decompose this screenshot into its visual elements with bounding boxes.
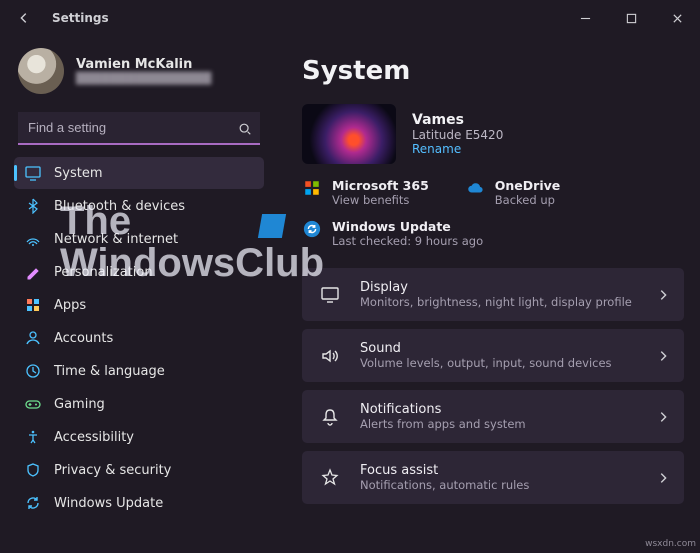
- card-title: Sound: [360, 341, 640, 356]
- chevron-right-icon: [656, 410, 670, 424]
- sidebar-item-label: Personalization: [54, 265, 153, 280]
- apps-icon: [24, 296, 42, 314]
- sidebar-item-system[interactable]: System: [14, 157, 264, 189]
- sidebar-item-label: Network & internet: [54, 232, 178, 247]
- search-field[interactable]: [18, 112, 260, 145]
- card-sub: Alerts from apps and system: [360, 417, 640, 431]
- sidebar-item-label: System: [54, 166, 102, 181]
- sidebar-item-accounts[interactable]: Accounts: [14, 322, 264, 354]
- bluetooth-icon: [24, 197, 42, 215]
- status-ms365[interactable]: Microsoft 365View benefits: [302, 178, 429, 207]
- card-title: Focus assist: [360, 463, 640, 478]
- sidebar-item-accessibility[interactable]: Accessibility: [14, 421, 264, 453]
- sidebar-item-label: Accessibility: [54, 430, 134, 445]
- profile-email: ████████████████: [76, 72, 211, 85]
- status-row: Microsoft 365View benefits OneDriveBacked…: [302, 178, 684, 248]
- accessibility-icon: [24, 428, 42, 446]
- time-icon: [24, 362, 42, 380]
- sidebar-item-gaming[interactable]: Gaming: [14, 388, 264, 420]
- sidebar-item-label: Gaming: [54, 397, 105, 412]
- settings-cards: DisplayMonitors, brightness, night light…: [302, 268, 684, 504]
- chevron-right-icon: [656, 349, 670, 363]
- sidebar-item-personalization[interactable]: Personalization: [14, 256, 264, 288]
- network-icon: [24, 230, 42, 248]
- close-button[interactable]: [654, 0, 700, 36]
- status-onedrive[interactable]: OneDriveBacked up: [465, 178, 560, 207]
- profile-name: Vamien McKalin: [76, 57, 211, 72]
- status-sub: View benefits: [332, 193, 429, 207]
- maximize-button[interactable]: [608, 0, 654, 36]
- chevron-right-icon: [656, 471, 670, 485]
- search-input[interactable]: [18, 112, 260, 145]
- chevron-right-icon: [656, 288, 670, 302]
- sidebar-item-label: Accounts: [54, 331, 113, 346]
- rename-link[interactable]: Rename: [412, 142, 503, 156]
- status-title: OneDrive: [495, 178, 560, 193]
- device-model: Latitude E5420: [412, 128, 503, 142]
- device-wallpaper-thumb: [302, 104, 396, 164]
- update-icon: [302, 219, 322, 239]
- card-title: Display: [360, 280, 640, 295]
- avatar: [18, 48, 64, 94]
- privacy-icon: [24, 461, 42, 479]
- card-sub: Monitors, brightness, night light, displ…: [360, 295, 640, 309]
- onedrive-icon: [465, 178, 485, 198]
- sidebar-item-update[interactable]: Windows Update: [14, 487, 264, 519]
- sidebar: Vamien McKalin ████████████████ System Bl…: [0, 36, 272, 553]
- sidebar-item-label: Apps: [54, 298, 86, 313]
- card-notifications[interactable]: NotificationsAlerts from apps and system: [302, 390, 684, 443]
- ms365-icon: [302, 178, 322, 198]
- back-button[interactable]: [14, 11, 34, 25]
- focus-icon: [316, 468, 344, 488]
- system-icon: [24, 164, 42, 182]
- status-sub: Last checked: 9 hours ago: [332, 234, 483, 248]
- sidebar-item-bluetooth[interactable]: Bluetooth & devices: [14, 190, 264, 222]
- card-sub: Volume levels, output, input, sound devi…: [360, 356, 640, 370]
- device-panel: Vames Latitude E5420 Rename: [302, 104, 684, 164]
- device-name: Vames: [412, 112, 503, 128]
- sidebar-item-label: Privacy & security: [54, 463, 171, 478]
- user-profile[interactable]: Vamien McKalin ████████████████: [14, 42, 264, 106]
- sidebar-item-network[interactable]: Network & internet: [14, 223, 264, 255]
- search-icon: [238, 122, 252, 136]
- sound-icon: [316, 346, 344, 366]
- minimize-button[interactable]: [562, 0, 608, 36]
- sidebar-item-label: Time & language: [54, 364, 165, 379]
- display-icon: [316, 285, 344, 305]
- title-bar: Settings: [0, 0, 700, 36]
- nav-list: System Bluetooth & devices Network & inter…: [14, 157, 264, 519]
- status-sub: Backed up: [495, 193, 560, 207]
- sidebar-item-label: Windows Update: [54, 496, 163, 511]
- sidebar-item-apps[interactable]: Apps: [14, 289, 264, 321]
- content-area: System Vames Latitude E5420 Rename Micro…: [272, 36, 700, 553]
- sidebar-item-label: Bluetooth & devices: [54, 199, 185, 214]
- accounts-icon: [24, 329, 42, 347]
- gaming-icon: [24, 395, 42, 413]
- sidebar-item-time[interactable]: Time & language: [14, 355, 264, 387]
- card-display[interactable]: DisplayMonitors, brightness, night light…: [302, 268, 684, 321]
- card-sub: Notifications, automatic rules: [360, 478, 640, 492]
- notifications-icon: [316, 407, 344, 427]
- personalization-icon: [24, 263, 42, 281]
- update-icon: [24, 494, 42, 512]
- status-title: Windows Update: [332, 219, 483, 234]
- footer-text: wsxdn.com: [645, 539, 696, 549]
- window-title: Settings: [52, 11, 109, 25]
- card-title: Notifications: [360, 402, 640, 417]
- card-focus[interactable]: Focus assistNotifications, automatic rul…: [302, 451, 684, 504]
- card-sound[interactable]: SoundVolume levels, output, input, sound…: [302, 329, 684, 382]
- status-title: Microsoft 365: [332, 178, 429, 193]
- page-heading: System: [302, 56, 684, 86]
- status-update[interactable]: Windows UpdateLast checked: 9 hours ago: [302, 219, 483, 248]
- sidebar-item-privacy[interactable]: Privacy & security: [14, 454, 264, 486]
